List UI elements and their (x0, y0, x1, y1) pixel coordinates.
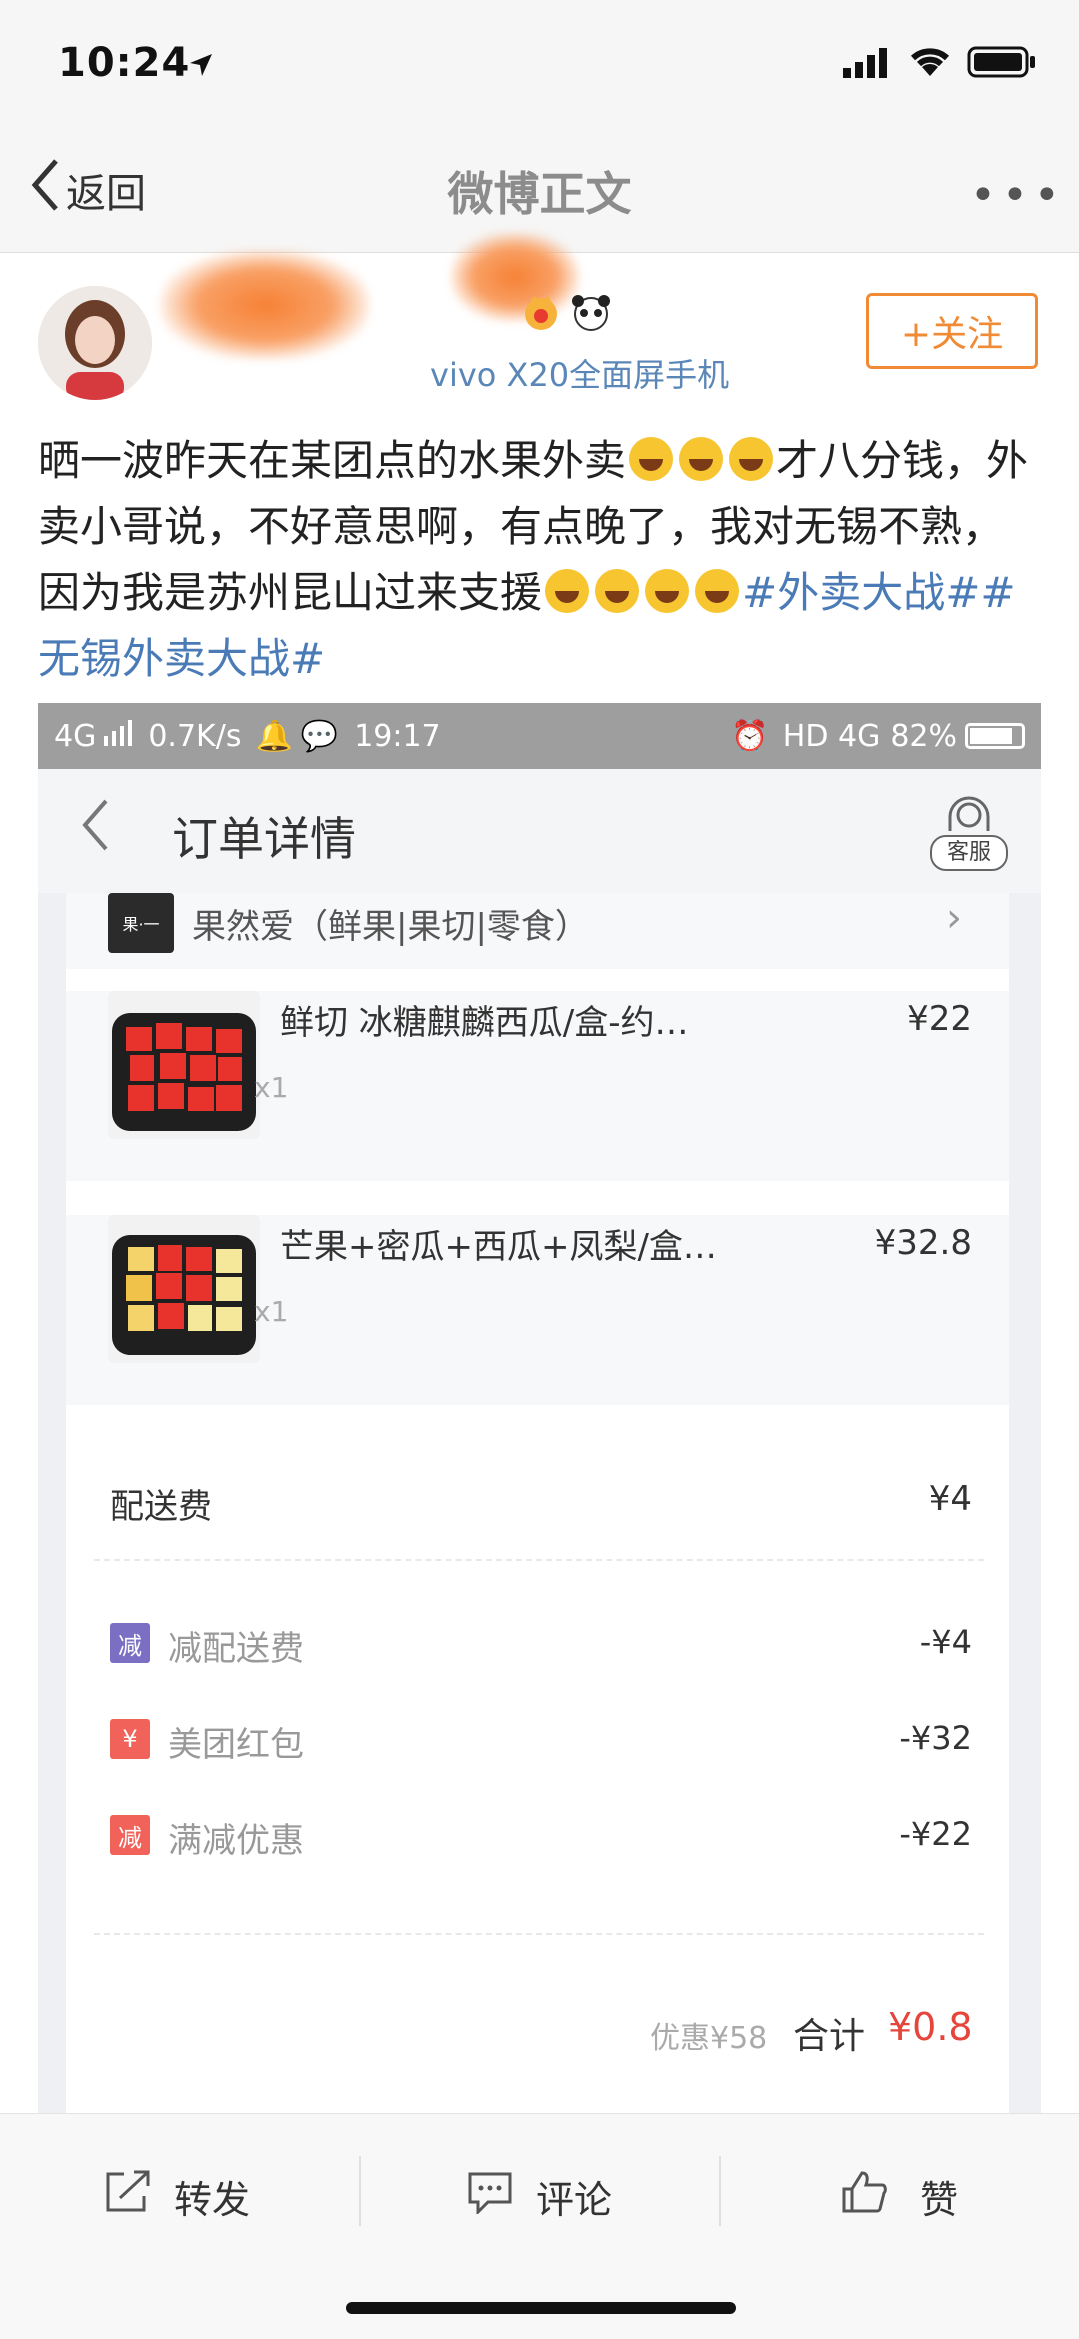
item-quantity: x1 (254, 1071, 289, 1104)
android-status-bar: 4G 0.7K/s 🔔💬 19:17 ⏰ HD 4G 82% (38, 703, 1041, 769)
customer-service-button[interactable]: 客服 (928, 791, 1010, 871)
total-label: 合计 (793, 2016, 866, 2057)
laugh-cry-emoji-icon (695, 569, 740, 613)
redacted-username-blur (160, 250, 370, 360)
notification-icons: 🔔💬 (255, 718, 347, 754)
android-signal-icon (104, 719, 134, 754)
panda-badge-icon (570, 292, 612, 336)
toolbar-divider (719, 2156, 721, 2226)
order-item: x1 芒果+密瓜+西瓜+凤梨/盒… ¥32.8 (66, 1215, 1009, 1405)
top-bar: 10:24 返回 微博正文 ••• (0, 0, 1079, 253)
comment-icon (466, 2170, 514, 2223)
location-arrow-icon (188, 52, 214, 82)
embedded-screenshot[interactable]: 4G 0.7K/s 🔔💬 19:17 ⏰ HD 4G 82% 订单详情 客服 果… (38, 703, 1041, 2123)
item-name: 芒果+密瓜+西瓜+凤梨/盒… (280, 1227, 717, 1267)
laugh-cry-emoji-icon (545, 569, 590, 613)
wifi-icon (909, 44, 951, 82)
delivery-fee-label: 配送费 (110, 1487, 212, 1527)
discount-label: 减配送费 (168, 1629, 304, 1669)
delivery-fee-value: ¥4 (928, 1479, 972, 1519)
discount-label: 美团红包 (168, 1725, 304, 1765)
android-network: 4G (54, 718, 97, 754)
laugh-cry-emoji-icon (645, 569, 690, 613)
item-thumbnail (108, 1215, 260, 1363)
shop-logo: 果·一 (108, 893, 174, 953)
discount-badge: 减 (110, 1815, 150, 1855)
repost-label: 转发 (174, 2177, 251, 2222)
divider (94, 1933, 984, 1935)
item-price: ¥32.8 (874, 1223, 972, 1263)
signal-icon (843, 48, 889, 82)
page-title: 微博正文 (447, 167, 632, 221)
home-indicator[interactable] (346, 2302, 736, 2314)
shop-name: 果然爱（鲜果|果切|零食） (192, 907, 589, 947)
item-price: ¥22 (907, 999, 972, 1039)
post-device-label: vivo X20全面屏手机 (430, 356, 730, 394)
total-value: ¥0.8 (888, 2005, 973, 2049)
android-time: 19:17 (354, 718, 441, 754)
status-time: 10:24 (58, 40, 191, 86)
order-title: 订单详情 (172, 812, 356, 866)
order-card: 果·一 果然爱（鲜果|果切|零食） › x1 鲜切 冰糖麒麟西瓜/盒-约… ¥2… (66, 893, 1009, 2123)
divider (94, 1559, 984, 1561)
repost-button[interactable]: 转发 (104, 2156, 250, 2236)
android-speed: 0.7K/s (148, 718, 242, 754)
item-name: 鲜切 冰糖麒麟西瓜/盒-约… (280, 1003, 689, 1043)
order-header: 订单详情 客服 (38, 769, 1041, 893)
chevron-right-icon: › (946, 895, 962, 941)
order-item: x1 鲜切 冰糖麒麟西瓜/盒-约… ¥22 (66, 991, 1009, 1181)
share-icon (104, 2170, 152, 2223)
shop-row[interactable]: 果·一 果然爱（鲜果|果切|零食） › (66, 893, 1009, 969)
more-options-icon[interactable]: ••• (970, 170, 1066, 221)
android-hd: HD 4G (782, 718, 881, 754)
android-battery-icon (965, 723, 1025, 749)
post-body: 晒一波昨天在某团点的水果外卖 才八分钱，外卖小哥说，不好意思啊，有点晚了，我对无锡… (38, 428, 1043, 692)
thumbs-up-icon (840, 2169, 888, 2224)
laugh-cry-emoji-icon (595, 569, 640, 613)
post-text-part1: 晒一波昨天在某团点的水果外卖 (38, 436, 627, 485)
item-quantity: x1 (254, 1295, 289, 1328)
crown-badge-icon (520, 292, 562, 336)
android-battery: 82% (890, 718, 957, 754)
laugh-cry-emoji-icon (729, 437, 774, 481)
hashtag-link[interactable]: #外卖大战# (742, 568, 980, 617)
alarm-icon: ⏰ (731, 718, 769, 754)
laugh-cry-emoji-icon (679, 437, 724, 481)
discount-value: -¥32 (899, 1719, 972, 1757)
discount-badge: ¥ (110, 1719, 150, 1759)
avatar[interactable] (38, 286, 152, 400)
discount-value: -¥22 (899, 1815, 972, 1853)
comment-label: 评论 (536, 2177, 613, 2222)
item-thumbnail (108, 991, 260, 1139)
laugh-cry-emoji-icon (629, 437, 674, 481)
order-back-icon[interactable] (80, 797, 110, 868)
comment-button[interactable]: 评论 (466, 2156, 612, 2236)
battery-icon (967, 46, 1037, 82)
like-button[interactable]: 赞 (840, 2156, 958, 2236)
toolbar-divider (359, 2156, 361, 2226)
follow-button[interactable]: +关注 (866, 293, 1038, 369)
like-label: 赞 (920, 2177, 959, 2222)
discount-value: -¥4 (919, 1623, 972, 1661)
saved-amount: 优惠¥58 (650, 2021, 768, 2056)
discount-badge: 减 (110, 1623, 150, 1663)
discount-label: 满减优惠 (168, 1821, 304, 1861)
customer-service-label: 客服 (930, 835, 1008, 871)
